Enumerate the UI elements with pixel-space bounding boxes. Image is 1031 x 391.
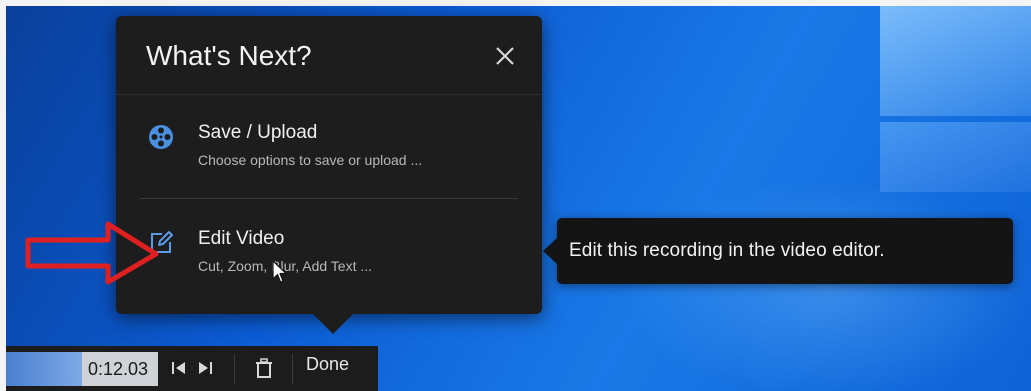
tooltip-text: Edit this recording in the video editor. — [569, 240, 885, 261]
frame-top — [0, 0, 1031, 6]
trash-icon — [256, 358, 272, 378]
desktop-glow — [620, 180, 1031, 391]
delete-button[interactable] — [252, 354, 276, 382]
skip-to-start-button[interactable] — [166, 354, 190, 382]
skip-to-start-icon — [172, 362, 185, 374]
edit-video-option[interactable]: Edit Video Cut, Zoom, Blur, Add Text ... — [116, 212, 542, 308]
edit-video-tooltip: Edit this recording in the video editor. — [543, 218, 1013, 284]
title-divider — [116, 94, 542, 95]
mouse-cursor-icon — [272, 260, 287, 283]
save-upload-subtitle: Choose options to save or upload ... — [198, 152, 423, 168]
option-divider — [140, 198, 518, 199]
annotation-arrow-icon — [25, 221, 159, 285]
time-readout: 0:12.03 — [87, 359, 148, 379]
close-button[interactable] — [490, 41, 520, 71]
popup-title: What's Next? — [146, 40, 312, 71]
windows-logo-pane — [880, 6, 1031, 116]
close-icon — [496, 47, 514, 65]
recording-toolbar: 0:12.03 Done — [6, 346, 378, 391]
popup-notch — [311, 312, 355, 334]
done-button[interactable]: Done — [306, 354, 349, 375]
windows-logo-pane-lower — [880, 122, 1031, 192]
save-upload-option[interactable]: Save / Upload Choose options to save or … — [116, 106, 542, 202]
film-reel-icon — [149, 125, 173, 149]
screen: What's Next? Save / Upload Choose option… — [0, 0, 1031, 391]
skip-to-end-icon — [199, 362, 212, 374]
toolbar-separator — [234, 354, 235, 384]
tooltip-arrow — [543, 238, 557, 264]
playback-progress[interactable]: 0:12.03 — [6, 352, 158, 386]
progress-fill — [6, 352, 82, 386]
whats-next-popup: What's Next? Save / Upload Choose option… — [116, 16, 542, 334]
save-upload-title: Save / Upload — [198, 122, 318, 143]
skip-to-end-button[interactable] — [194, 354, 218, 382]
toolbar-separator — [292, 354, 293, 384]
edit-video-title: Edit Video — [198, 228, 285, 249]
frame-left — [0, 0, 6, 391]
